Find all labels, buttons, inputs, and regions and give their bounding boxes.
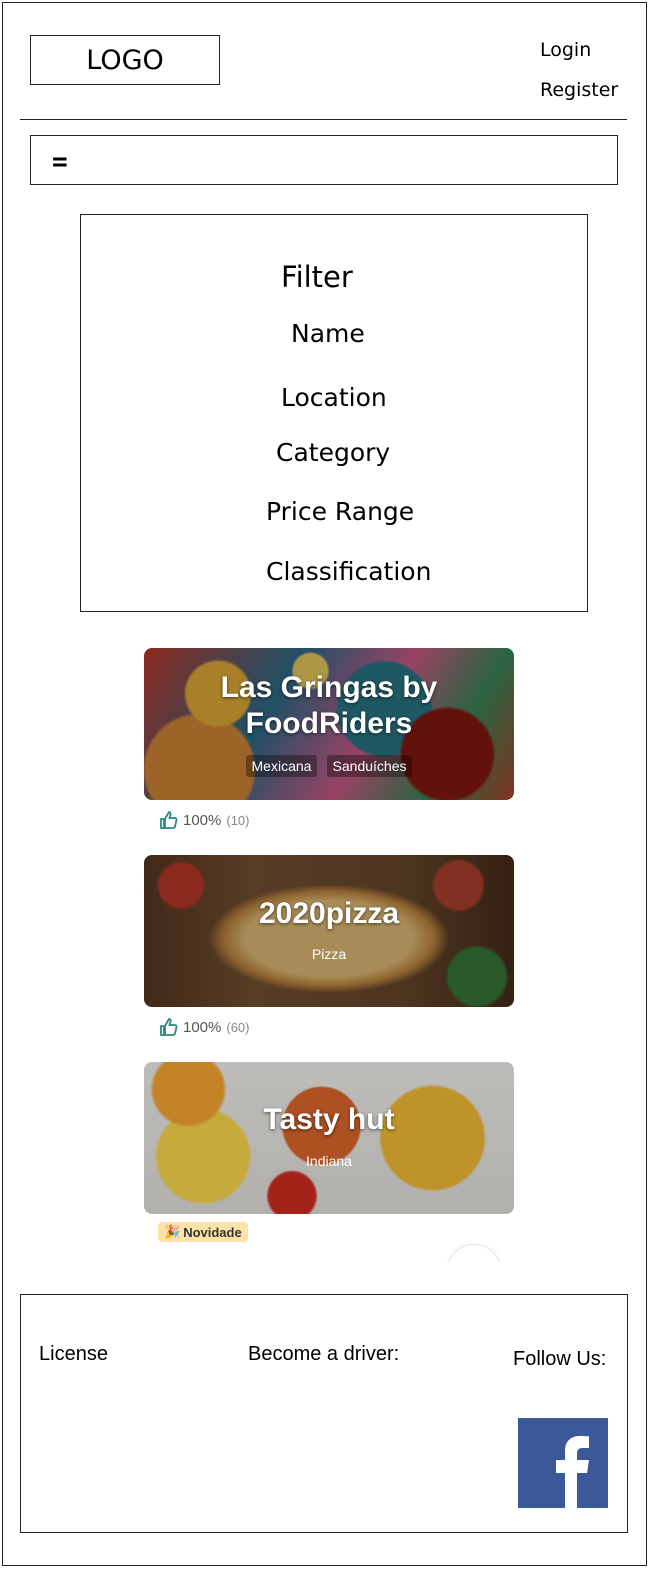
footer: License Become a driver: Follow Us:: [20, 1294, 628, 1533]
nav-bar: =: [30, 135, 618, 185]
restaurant-name: Las Gringas by: [220, 671, 438, 704]
facebook-icon[interactable]: [518, 1418, 608, 1508]
badge-label: Novidade: [183, 1224, 242, 1240]
category-tag: Pizza: [311, 946, 347, 962]
follow-us-label: Follow Us:: [513, 1348, 607, 1370]
filter-option-name[interactable]: Name: [291, 319, 365, 348]
restaurant-name-line2: FoodRiders: [245, 707, 413, 740]
menu-icon[interactable]: =: [52, 147, 68, 177]
logo[interactable]: LOGO: [30, 35, 220, 85]
restaurant-name: Tasty hut: [263, 1103, 395, 1136]
license-link[interactable]: License: [39, 1343, 108, 1366]
category-tag: Sanduíches: [326, 755, 413, 777]
become-driver-link[interactable]: Become a driver:: [248, 1343, 399, 1366]
rating: 100% (10): [158, 810, 250, 830]
filter-title: Filter: [281, 260, 353, 294]
party-icon: 🎉: [164, 1224, 181, 1239]
login-link[interactable]: Login: [540, 39, 591, 61]
thumbs-up-icon: [160, 1018, 178, 1036]
register-link[interactable]: Register: [540, 79, 618, 101]
new-badge: 🎉 Novidade: [158, 1222, 248, 1242]
header-divider: [20, 119, 627, 120]
filter-option-category[interactable]: Category: [276, 438, 390, 467]
restaurant-card[interactable]: Tasty hut Indiana: [144, 1062, 514, 1214]
filter-panel: Filter Name Location Category Price Rang…: [80, 214, 588, 612]
filter-option-classification[interactable]: Classification: [266, 557, 431, 586]
rating-percent: 100%: [183, 811, 222, 829]
rating-count: (60): [226, 1019, 250, 1035]
category-tag: Indiana: [306, 1153, 352, 1169]
thumbs-up-icon: [160, 811, 178, 829]
restaurant-name: 2020pizza: [258, 897, 400, 930]
rating-percent: 100%: [183, 1018, 222, 1036]
restaurant-card[interactable]: 2020pizza Pizza: [144, 855, 514, 1007]
rating: 100% (60): [158, 1017, 250, 1037]
filter-option-location[interactable]: Location: [281, 383, 387, 412]
restaurant-card[interactable]: Las Gringas by FoodRiders Mexicana Sandu…: [144, 648, 514, 800]
filter-option-price-range[interactable]: Price Range: [266, 497, 414, 526]
rating-count: (10): [226, 812, 250, 828]
category-tag: Mexicana: [245, 755, 318, 777]
image-overlay: [144, 1062, 514, 1214]
